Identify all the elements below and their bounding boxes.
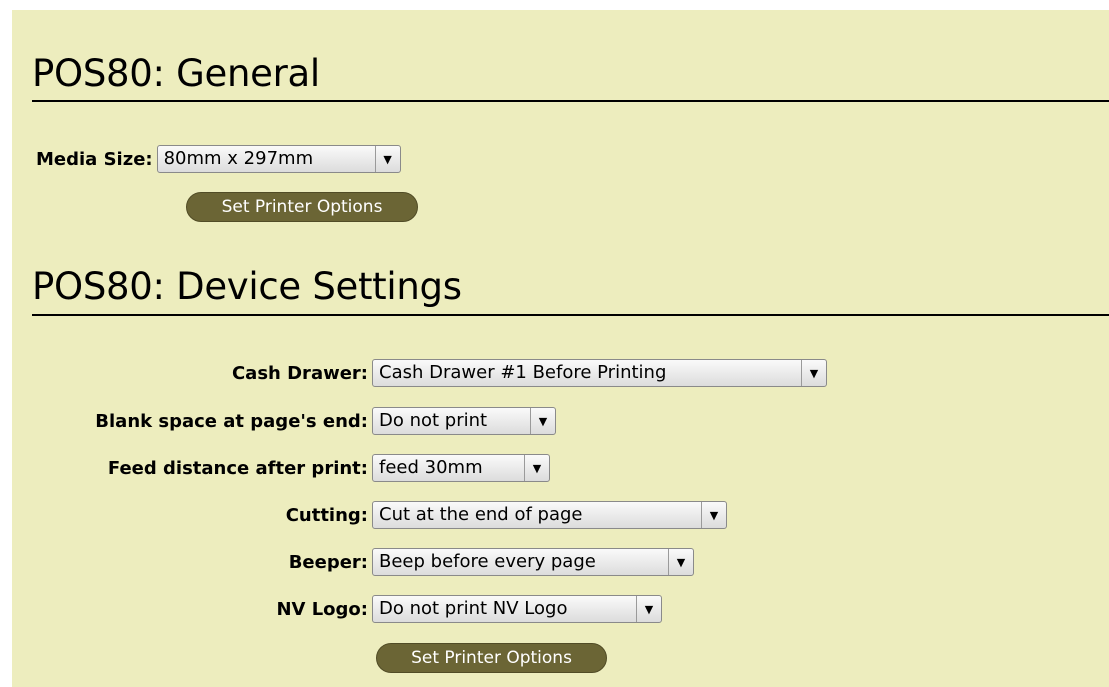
cash-drawer-label: Cash Drawer: (231, 362, 368, 384)
printer-options-panel: POS80: General Media Size: 80mm x 297mm … (12, 10, 1109, 687)
device-set-printer-options-button[interactable]: Set Printer Options (376, 643, 607, 673)
feed-distance-select[interactable]: feed 30mm ▼ (372, 454, 550, 482)
feed-distance-row: Feed distance after print: feed 30mm ▼ (12, 454, 550, 482)
media-size-label: Media Size: (36, 148, 153, 170)
nv-logo-label: NV Logo: (276, 598, 368, 620)
feed-distance-label: Feed distance after print: (107, 457, 368, 479)
nv-logo-value: Do not print NV Logo (379, 598, 568, 619)
beeper-label: Beeper: (288, 551, 368, 573)
cash-drawer-row: Cash Drawer: Cash Drawer #1 Before Print… (12, 359, 827, 387)
chevron-down-icon: ▼ (801, 360, 826, 386)
blank-space-label: Blank space at page's end: (95, 410, 368, 432)
device-settings-section-title: POS80: Device Settings (32, 265, 462, 308)
chevron-down-icon: ▼ (701, 502, 726, 528)
general-set-printer-options-button[interactable]: Set Printer Options (186, 192, 418, 222)
chevron-down-icon: ▼ (668, 549, 693, 575)
media-size-value: 80mm x 297mm (163, 148, 314, 169)
cutting-value: Cut at the end of page (379, 504, 583, 525)
general-section-title: POS80: General (32, 52, 320, 95)
blank-space-value: Do not print (379, 410, 488, 431)
cutting-select[interactable]: Cut at the end of page ▼ (372, 501, 727, 529)
beeper-select[interactable]: Beep before every page ▼ (372, 548, 694, 576)
media-size-select[interactable]: 80mm x 297mm ▼ (156, 145, 401, 173)
feed-distance-value: feed 30mm (379, 457, 483, 478)
nv-logo-select[interactable]: Do not print NV Logo ▼ (372, 595, 662, 623)
blank-space-row: Blank space at page's end: Do not print … (12, 407, 556, 435)
media-size-row: Media Size: 80mm x 297mm ▼ (36, 145, 401, 173)
chevron-down-icon: ▼ (374, 146, 400, 172)
blank-space-select[interactable]: Do not print ▼ (372, 407, 556, 435)
beeper-value: Beep before every page (379, 551, 596, 572)
general-section-divider (32, 100, 1109, 102)
chevron-down-icon: ▼ (530, 408, 555, 434)
cutting-label: Cutting: (285, 504, 368, 526)
cash-drawer-value: Cash Drawer #1 Before Printing (379, 362, 667, 383)
cash-drawer-select[interactable]: Cash Drawer #1 Before Printing ▼ (372, 359, 827, 387)
nv-logo-row: NV Logo: Do not print NV Logo ▼ (12, 595, 662, 623)
cutting-row: Cutting: Cut at the end of page ▼ (12, 501, 727, 529)
chevron-down-icon: ▼ (524, 455, 549, 481)
chevron-down-icon: ▼ (636, 596, 661, 622)
beeper-row: Beeper: Beep before every page ▼ (12, 548, 694, 576)
device-settings-section-divider (32, 314, 1109, 316)
